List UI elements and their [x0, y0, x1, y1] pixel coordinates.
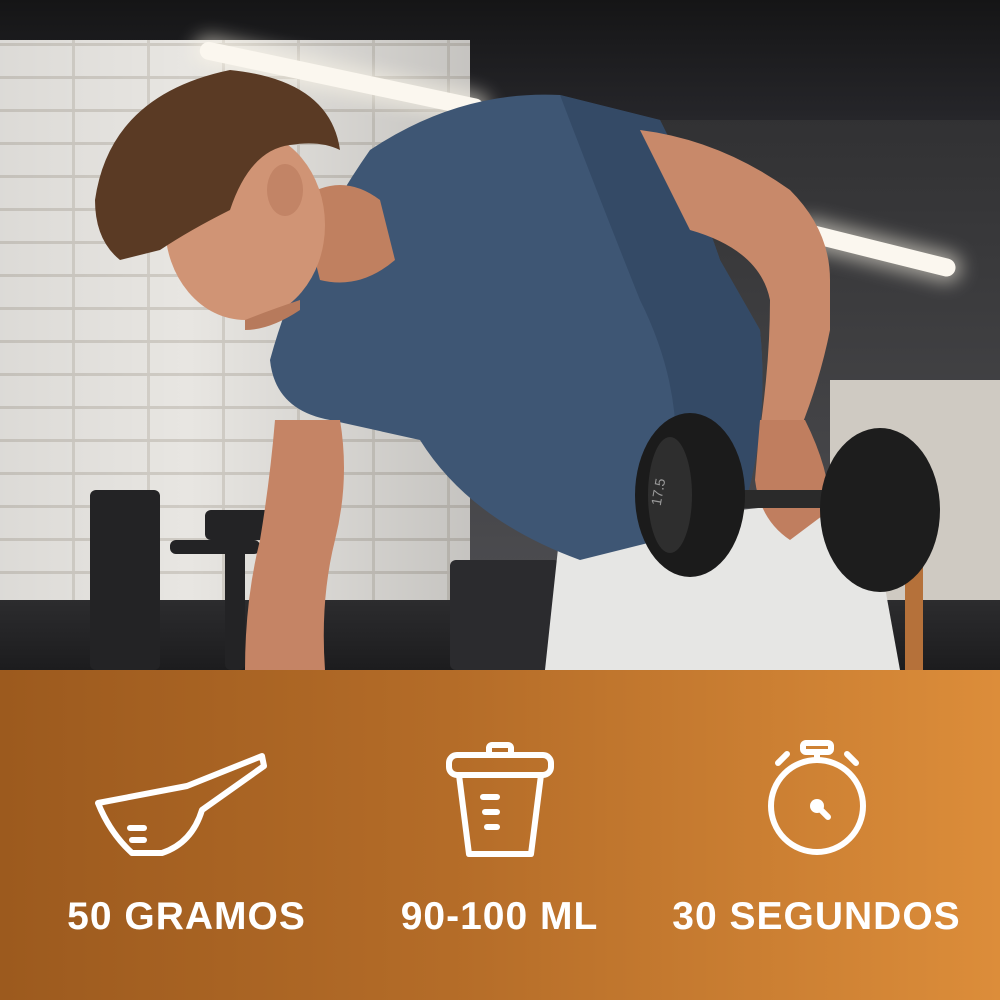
shaker-cup-icon [445, 742, 554, 857]
stopwatch-icon [767, 740, 866, 855]
info-item-time: 30 SEGUNDOS [650, 670, 983, 1000]
time-label: 30 SEGUNDOS [672, 895, 961, 938]
dose-label: 50 GRAMOS [67, 895, 306, 938]
product-usage-banner: 17.5 50 GRAMOS 90-100 ML 30 SEGUNDOS [0, 0, 1000, 1000]
scoop-icon [94, 753, 267, 856]
gym-photo: 17.5 [0, 0, 1000, 670]
info-item-dose: 50 GRAMOS [20, 670, 353, 1000]
usage-info-bar: 50 GRAMOS 90-100 ML 30 SEGUNDOS [0, 670, 1000, 1000]
man-doing-dumbbell-row: 17.5 [95, 70, 940, 670]
water-label: 90-100 ML [400, 895, 599, 938]
info-item-water: 90-100 ML [333, 670, 666, 1000]
